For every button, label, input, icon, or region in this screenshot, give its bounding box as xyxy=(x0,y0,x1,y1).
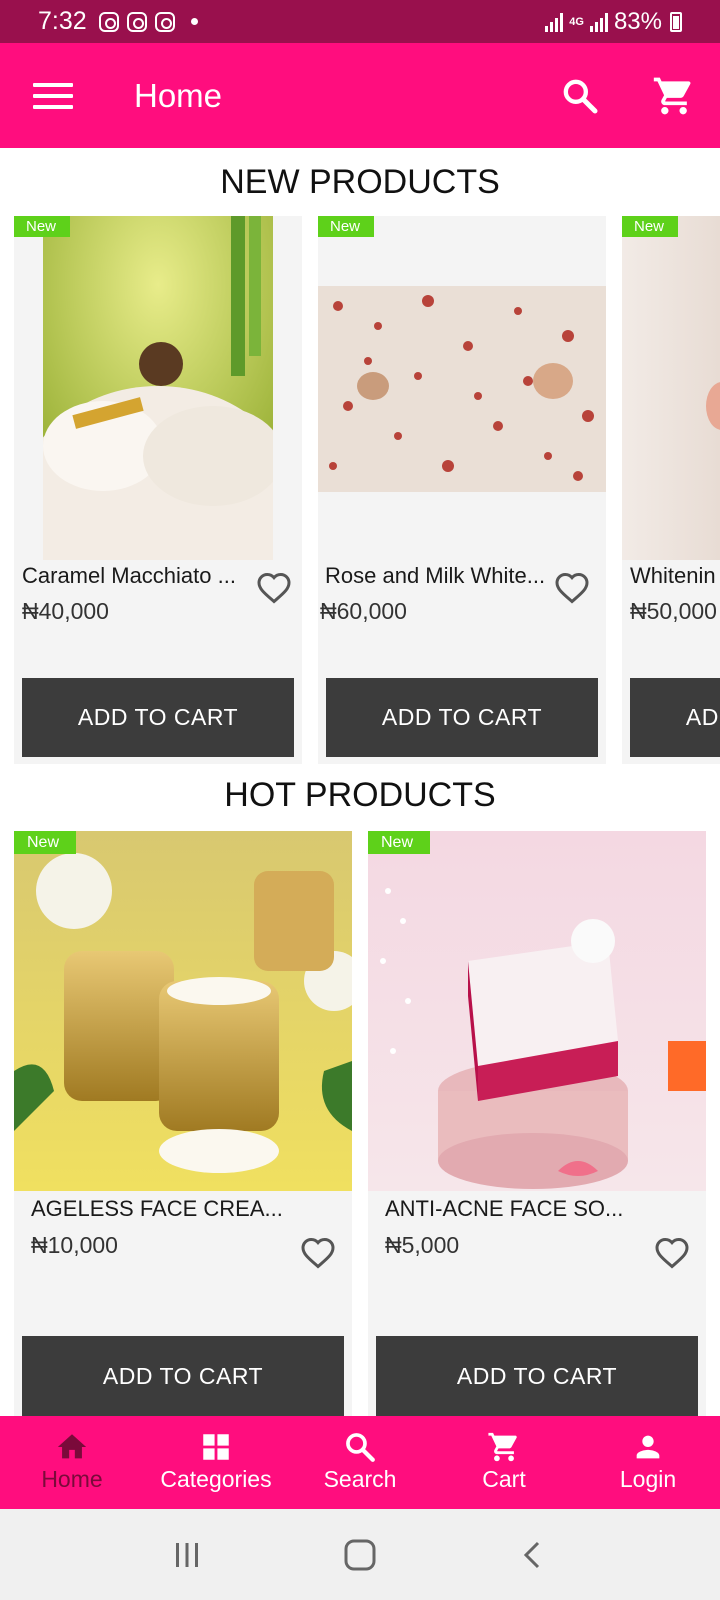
status-right: 4G 83% xyxy=(545,8,682,36)
recent-apps-icon xyxy=(175,1542,198,1567)
nav-label: Search xyxy=(323,1466,397,1492)
system-navigation-bar xyxy=(0,1509,720,1600)
product-image[interactable] xyxy=(14,831,352,1191)
instagram-icon xyxy=(98,11,119,32)
home-icon xyxy=(57,1434,87,1459)
home-button[interactable] xyxy=(340,1535,380,1575)
menu-button[interactable] xyxy=(33,82,73,109)
app-bar: Home xyxy=(0,43,720,148)
product-card[interactable]: New Whitenin ₦50,000 ADD TO CART xyxy=(622,216,720,764)
status-time: 7:32 xyxy=(38,7,87,35)
product-card[interactable]: New Rose and Milk White... ₦60,000 ADD T… xyxy=(318,216,606,764)
cart-icon[interactable] xyxy=(652,74,696,118)
heart-icon[interactable] xyxy=(652,1235,692,1271)
nav-label: Home xyxy=(41,1466,103,1492)
more-notifications-dot xyxy=(190,18,198,25)
product-name[interactable]: AGELESS FACE CREA... xyxy=(31,1196,283,1222)
product-card[interactable]: New Caramel Macchiato ... ₦40,000 ADD TO… xyxy=(14,216,302,764)
hot-products-title: HOT PRODUCTS xyxy=(224,776,496,814)
status-bar: 7:32 4G 83% xyxy=(0,0,720,43)
nav-item-login[interactable]: Login xyxy=(576,1416,720,1509)
nav-item-categories[interactable]: Categories xyxy=(144,1416,288,1509)
new-badge: New xyxy=(368,831,430,854)
product-image[interactable] xyxy=(368,831,706,1191)
nav-label: Login xyxy=(619,1466,677,1492)
notification-icons xyxy=(98,11,198,32)
new-products-title: NEW PRODUCTS xyxy=(220,163,500,201)
product-image[interactable] xyxy=(43,216,273,560)
search-icon xyxy=(346,1433,375,1462)
new-badge: New xyxy=(14,216,70,237)
add-to-cart-button[interactable]: ADD TO CART xyxy=(630,678,720,757)
instagram-icon xyxy=(126,11,147,32)
product-image[interactable] xyxy=(622,216,720,560)
new-badge: New xyxy=(14,831,76,854)
new-badge: New xyxy=(318,216,374,237)
nav-label: Cart xyxy=(482,1466,526,1492)
battery-icon xyxy=(670,11,682,32)
new-badge: New xyxy=(622,216,678,237)
add-to-cart-button[interactable]: ADD TO CART xyxy=(22,1336,344,1416)
product-name[interactable]: Rose and Milk White... xyxy=(325,563,545,589)
product-name[interactable]: Whitenin xyxy=(630,563,716,589)
product-price: ₦50,000 xyxy=(630,598,717,624)
nav-item-cart[interactable]: Cart xyxy=(432,1416,576,1509)
instagram-icon xyxy=(154,11,175,32)
bottom-navigation: Home Categories Search Cart Login xyxy=(0,1416,720,1509)
home-square-icon xyxy=(344,1539,376,1570)
product-price: ₦40,000 xyxy=(22,598,109,624)
search-icon[interactable] xyxy=(560,76,600,116)
signal-icon xyxy=(545,12,564,32)
product-price: ₦10,000 xyxy=(31,1232,118,1258)
grid-icon xyxy=(203,1434,229,1460)
hamburger-icon xyxy=(33,82,73,87)
product-card[interactable]: New ANTI-ACNE FACE SO... ₦5,000 ADD TO C… xyxy=(368,831,706,1416)
heart-icon[interactable] xyxy=(552,570,592,606)
nav-label: Categories xyxy=(160,1466,272,1492)
add-to-cart-button[interactable]: ADD TO CART xyxy=(326,678,598,757)
heart-icon[interactable] xyxy=(254,570,294,606)
heart-icon[interactable] xyxy=(298,1235,338,1271)
add-to-cart-button[interactable]: ADD TO CART xyxy=(376,1336,698,1416)
back-button[interactable] xyxy=(513,1535,553,1575)
product-price: ₦60,000 xyxy=(320,598,407,624)
product-name[interactable]: ANTI-ACNE FACE SO... xyxy=(385,1196,623,1222)
product-name[interactable]: Caramel Macchiato ... xyxy=(22,563,236,589)
nav-item-home[interactable]: Home xyxy=(0,1416,144,1509)
page-title: Home xyxy=(134,76,223,114)
signal-icon xyxy=(589,12,608,32)
product-card[interactable]: New AGELESS FACE CREA... ₦10,000 ADD TO … xyxy=(14,831,352,1416)
product-price: ₦5,000 xyxy=(385,1232,460,1258)
back-chevron-icon xyxy=(524,1541,540,1568)
cart-icon xyxy=(488,1432,517,1462)
battery-percent: 83% xyxy=(613,7,662,35)
recent-apps-button[interactable] xyxy=(167,1535,207,1575)
product-image[interactable] xyxy=(318,286,606,492)
network-type: 4G xyxy=(569,15,584,28)
nav-item-search[interactable]: Search xyxy=(288,1416,432,1509)
person-icon xyxy=(636,1435,660,1459)
add-to-cart-button[interactable]: ADD TO CART xyxy=(22,678,294,757)
